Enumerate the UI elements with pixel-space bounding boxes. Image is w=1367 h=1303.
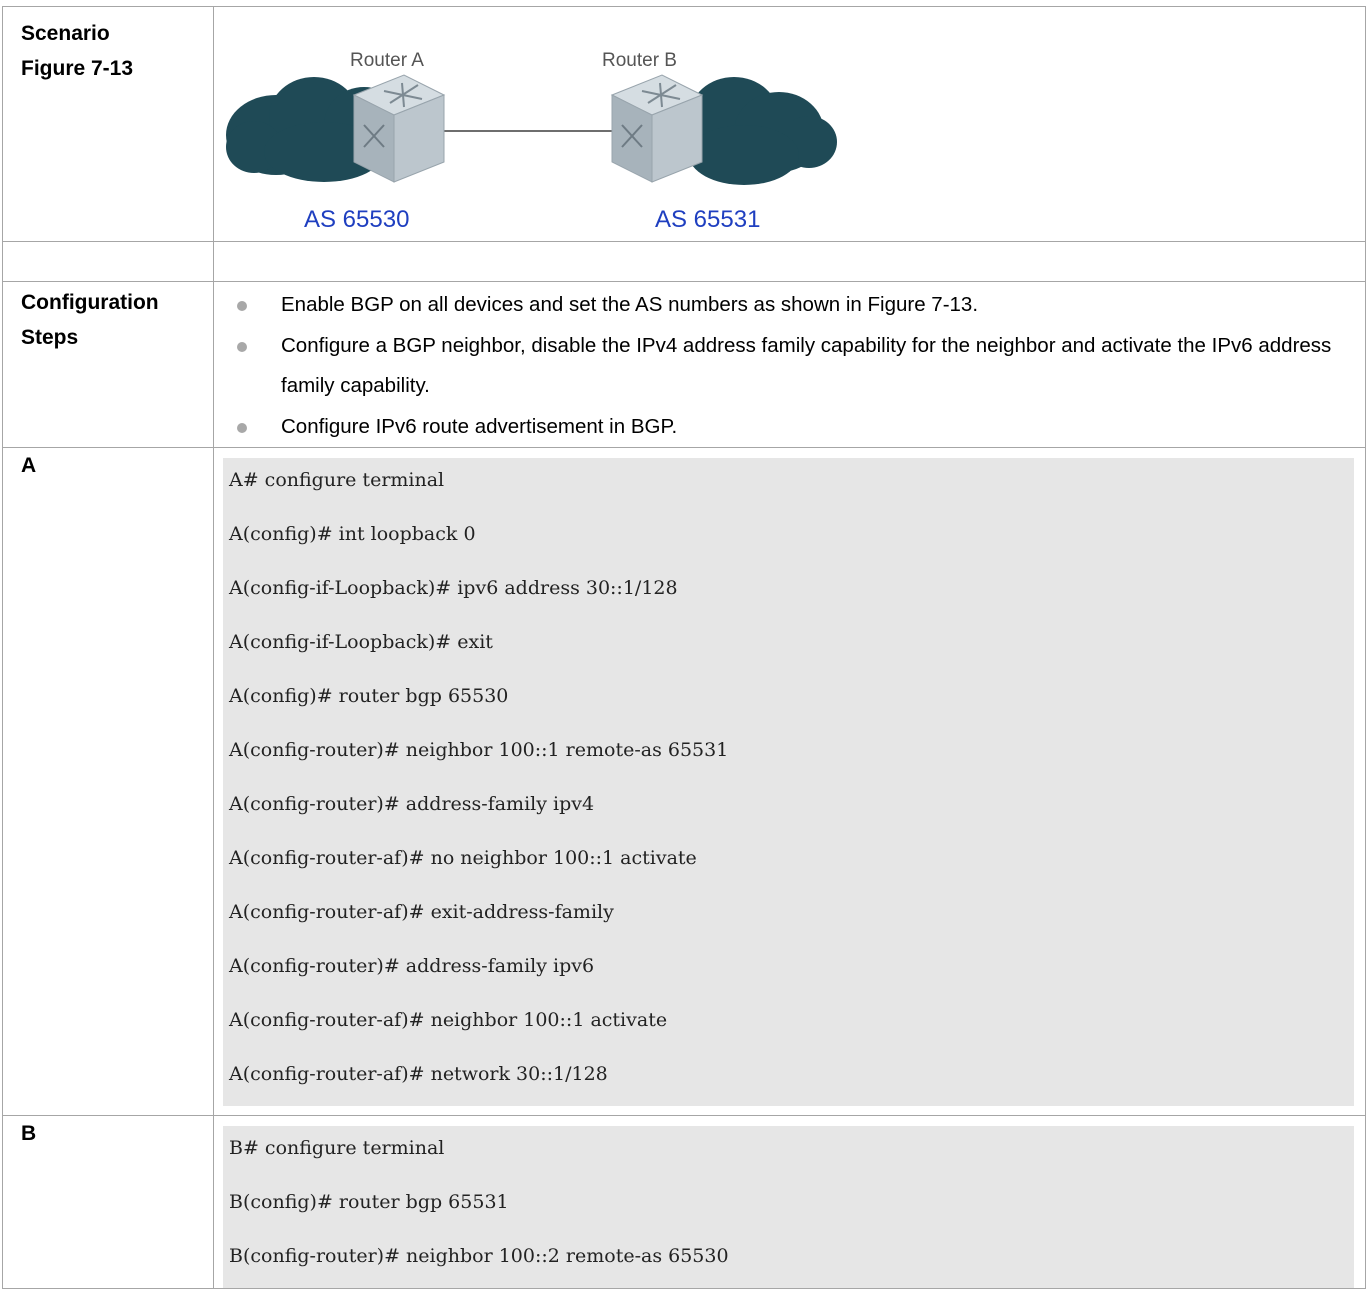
as-a-label: AS 65530 (304, 206, 410, 233)
bullet-icon (237, 301, 247, 311)
step-item: Configure a BGP neighbor, disable the IP… (214, 326, 1365, 407)
steps-label-cell: Configuration Steps (2, 281, 214, 448)
code-line: B# configure terminal (229, 1137, 445, 1159)
code-line: B(config)# router bgp 65531 (229, 1191, 509, 1213)
cloud-right-icon (689, 77, 837, 185)
as-b-label: AS 65531 (655, 206, 761, 233)
device-b-label-cell: B (2, 1115, 214, 1289)
device-a-label: A (21, 454, 37, 477)
bullet-icon (237, 422, 247, 433)
config-example-table: Scenario Figure 7-13 Router A Router B A… (2, 6, 1366, 1289)
step-text: Configure a BGP neighbor, disable the IP… (281, 333, 1332, 398)
device-a-code-block: A# configure terminal A(config)# int loo… (223, 458, 1354, 1106)
code-line: A(config-router-af)# no neighbor 100::1 … (229, 847, 697, 869)
code-line: A(config-router-af)# neighbor 100::1 act… (229, 1009, 668, 1031)
scenario-label: Scenario (21, 22, 110, 45)
step-item: Enable BGP on all devices and set the AS… (214, 285, 1365, 326)
empty-cell-left (2, 241, 214, 282)
step-item: Configure IPv6 route advertisement in BG… (214, 407, 1365, 448)
step-text: Configure IPv6 route advertisement in BG… (281, 414, 678, 438)
step-text: Enable BGP on all devices and set the AS… (281, 293, 979, 316)
empty-row (2, 241, 1366, 282)
device-b-code-cell: B# configure terminal B(config)# router … (213, 1115, 1366, 1289)
device-a-row: A A# configure terminal A(config)# int l… (2, 447, 1366, 1116)
code-line: A(config)# router bgp 65530 (229, 685, 509, 707)
empty-cell-right (213, 241, 1366, 282)
steps-list: Enable BGP on all devices and set the AS… (214, 282, 1365, 447)
device-b-label: B (21, 1122, 37, 1145)
code-line: A# configure terminal (229, 469, 445, 491)
code-line: A(config)# int loopback 0 (229, 523, 476, 545)
code-line: A(config-router)# address-family ipv6 (229, 955, 595, 977)
topology-svg (226, 74, 837, 185)
code-line: A(config-router-af)# network 30::1/128 (229, 1063, 608, 1085)
router-a-icon (352, 74, 446, 183)
steps-label-line1: Configuration (21, 291, 159, 314)
topology-diagram: Router A Router B AS 65530 AS 65531 (214, 7, 1365, 233)
topology-cell: Router A Router B AS 65530 AS 65531 (213, 6, 1366, 242)
device-a-label-cell: A (2, 447, 214, 1116)
router-b-label: Router B (602, 50, 677, 71)
router-b-icon (610, 74, 704, 183)
scenario-row: Scenario Figure 7-13 Router A Router B A… (2, 6, 1366, 242)
figure-label: Figure 7-13 (21, 57, 134, 80)
bullet-icon (237, 341, 247, 352)
steps-cell: Enable BGP on all devices and set the AS… (213, 281, 1366, 448)
device-b-code-block: B# configure terminal B(config)# router … (223, 1126, 1354, 1288)
router-a-label: Router A (350, 50, 424, 71)
scenario-label-cell: Scenario Figure 7-13 (2, 6, 214, 242)
code-line: B(config-router)# neighbor 100::2 remote… (229, 1245, 729, 1267)
steps-label-line2: Steps (21, 326, 79, 349)
code-line: A(config-router)# address-family ipv4 (229, 793, 595, 815)
device-a-code-cell: A# configure terminal A(config)# int loo… (213, 447, 1366, 1116)
device-b-row: B B# configure terminal B(config)# route… (2, 1115, 1366, 1289)
code-line: A(config-if-Loopback)# exit (229, 631, 493, 653)
code-line: A(config-router-af)# exit-address-family (229, 901, 614, 923)
code-line: A(config-router)# neighbor 100::1 remote… (229, 739, 729, 761)
code-line: A(config-if-Loopback)# ipv6 address 30::… (229, 577, 678, 599)
steps-row: Configuration Steps Enable BGP on all de… (2, 281, 1366, 448)
